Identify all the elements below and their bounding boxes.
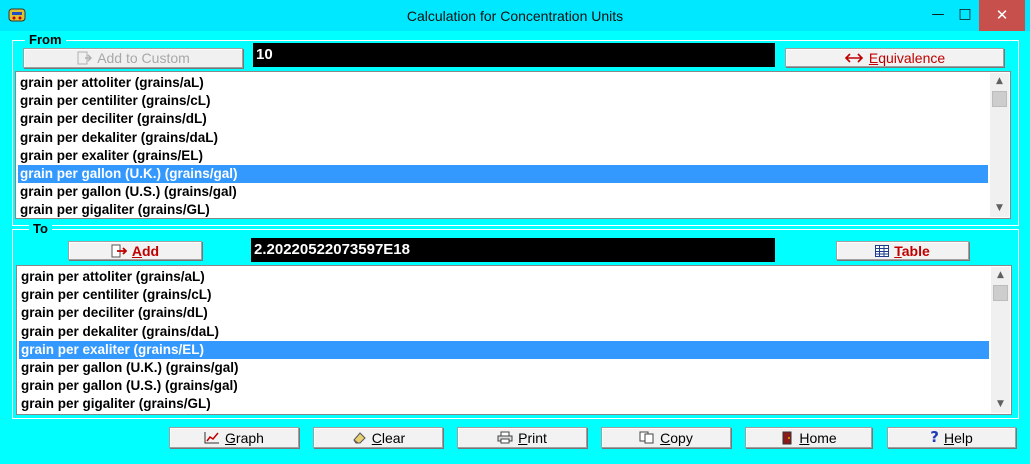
list-item[interactable]: grain per gallon (U.S.) (grains/gal) [19,377,989,395]
clear-label: Clear [371,429,406,446]
from-unit-list[interactable]: grain per attoliter (grains/aL) grain per… [15,71,1011,219]
list-item[interactable]: grain per centiliter (grains/cL) [18,92,988,110]
list-item[interactable]: grain per dekaliter (grains/daL) [19,323,989,341]
scroll-thumb[interactable] [993,285,1008,301]
double-arrow-icon [844,52,863,63]
table-icon [875,244,890,257]
home-button[interactable]: Home [745,427,872,448]
list-item[interactable]: grain per gallon (U.K.) (grains/gal) [18,164,988,184]
document-add-icon [77,51,93,65]
add-label: Add [131,242,160,259]
graph-button[interactable]: Graph [169,427,299,448]
print-label: Print [518,429,547,446]
to-label: To [29,221,52,236]
equivalence-button[interactable]: Equivalence [785,48,1004,67]
list-item[interactable]: grain per gallon (U.S.) (grains/gal) [18,183,988,201]
list-item[interactable]: grain per gallon (U.K.) (grains/gal) [19,359,989,377]
from-unit-list-items: grain per attoliter (grains/aL) grain per… [18,74,988,218]
copy-button[interactable]: Copy [601,427,731,448]
add-to-custom-label: Add to Custom [97,50,190,66]
question-icon: ? [930,428,939,446]
list-item[interactable]: grain per attoliter (grains/aL) [18,74,988,92]
copy-label: Copy [660,429,693,446]
maximize-button[interactable]: □ [952,0,978,31]
add-button[interactable]: Add [68,241,202,260]
scroll-down-icon[interactable]: ▼ [990,200,1009,217]
scroll-down-icon[interactable]: ▼ [991,396,1010,413]
minimize-button[interactable]: — [925,0,951,31]
home-label: Home [799,429,837,446]
title-bar: Calculation for Concentration Units — □ … [0,0,1030,31]
scroll-up-icon[interactable]: ▲ [991,267,1010,284]
list-item[interactable]: grain per attoliter (grains/aL) [19,268,989,286]
chart-icon [204,432,220,444]
eraser-icon [353,432,366,444]
add-to-custom-button[interactable]: Add to Custom [23,48,243,68]
list-item[interactable]: grain per deciliter (grains/dL) [18,110,988,128]
list-item[interactable]: grain per exaliter (grains/EL) [19,340,989,359]
copy-icon [639,431,654,444]
printer-icon [497,431,513,444]
to-value-output[interactable]: 2.20220522073597E18 [251,238,775,262]
scroll-thumb[interactable] [992,91,1007,107]
print-button[interactable]: Print [457,427,587,448]
list-item[interactable]: grain per centiliter (grains/cL) [19,286,989,304]
arrow-right-icon [111,244,127,257]
scroll-up-icon[interactable]: ▲ [990,73,1009,90]
to-unit-list[interactable]: grain per attoliter (grains/aL) grain per… [16,265,1012,415]
graph-label: Graph [225,429,264,446]
window-title: Calculation for Concentration Units [406,8,624,24]
list-item[interactable]: grain per deciliter (grains/dL) [19,304,989,322]
help-button[interactable]: ? Help [887,427,1016,448]
equivalence-label: Equivalence [868,49,946,66]
list-item[interactable]: grain per exaliter (grains/EL) [18,147,988,165]
help-label: Help [943,429,973,446]
from-label: From [25,32,66,47]
door-icon [782,431,792,444]
list-item[interactable]: grain per dekaliter (grains/daL) [18,129,988,147]
from-scrollbar[interactable]: ▲ ▼ [990,73,1009,217]
table-button[interactable]: Table [836,241,969,260]
close-button[interactable]: ✕ [979,0,1025,31]
table-label: Table [894,242,930,259]
from-value-input[interactable]: 10 [253,43,775,67]
list-item[interactable]: grain per gigaliter (grains/GL) [19,395,989,413]
to-unit-list-items: grain per attoliter (grains/aL) grain per… [19,268,989,414]
clear-button[interactable]: Clear [313,427,443,448]
to-scrollbar[interactable]: ▲ ▼ [991,267,1010,413]
list-item[interactable]: grain per gigaliter (grains/GL) [18,201,988,218]
